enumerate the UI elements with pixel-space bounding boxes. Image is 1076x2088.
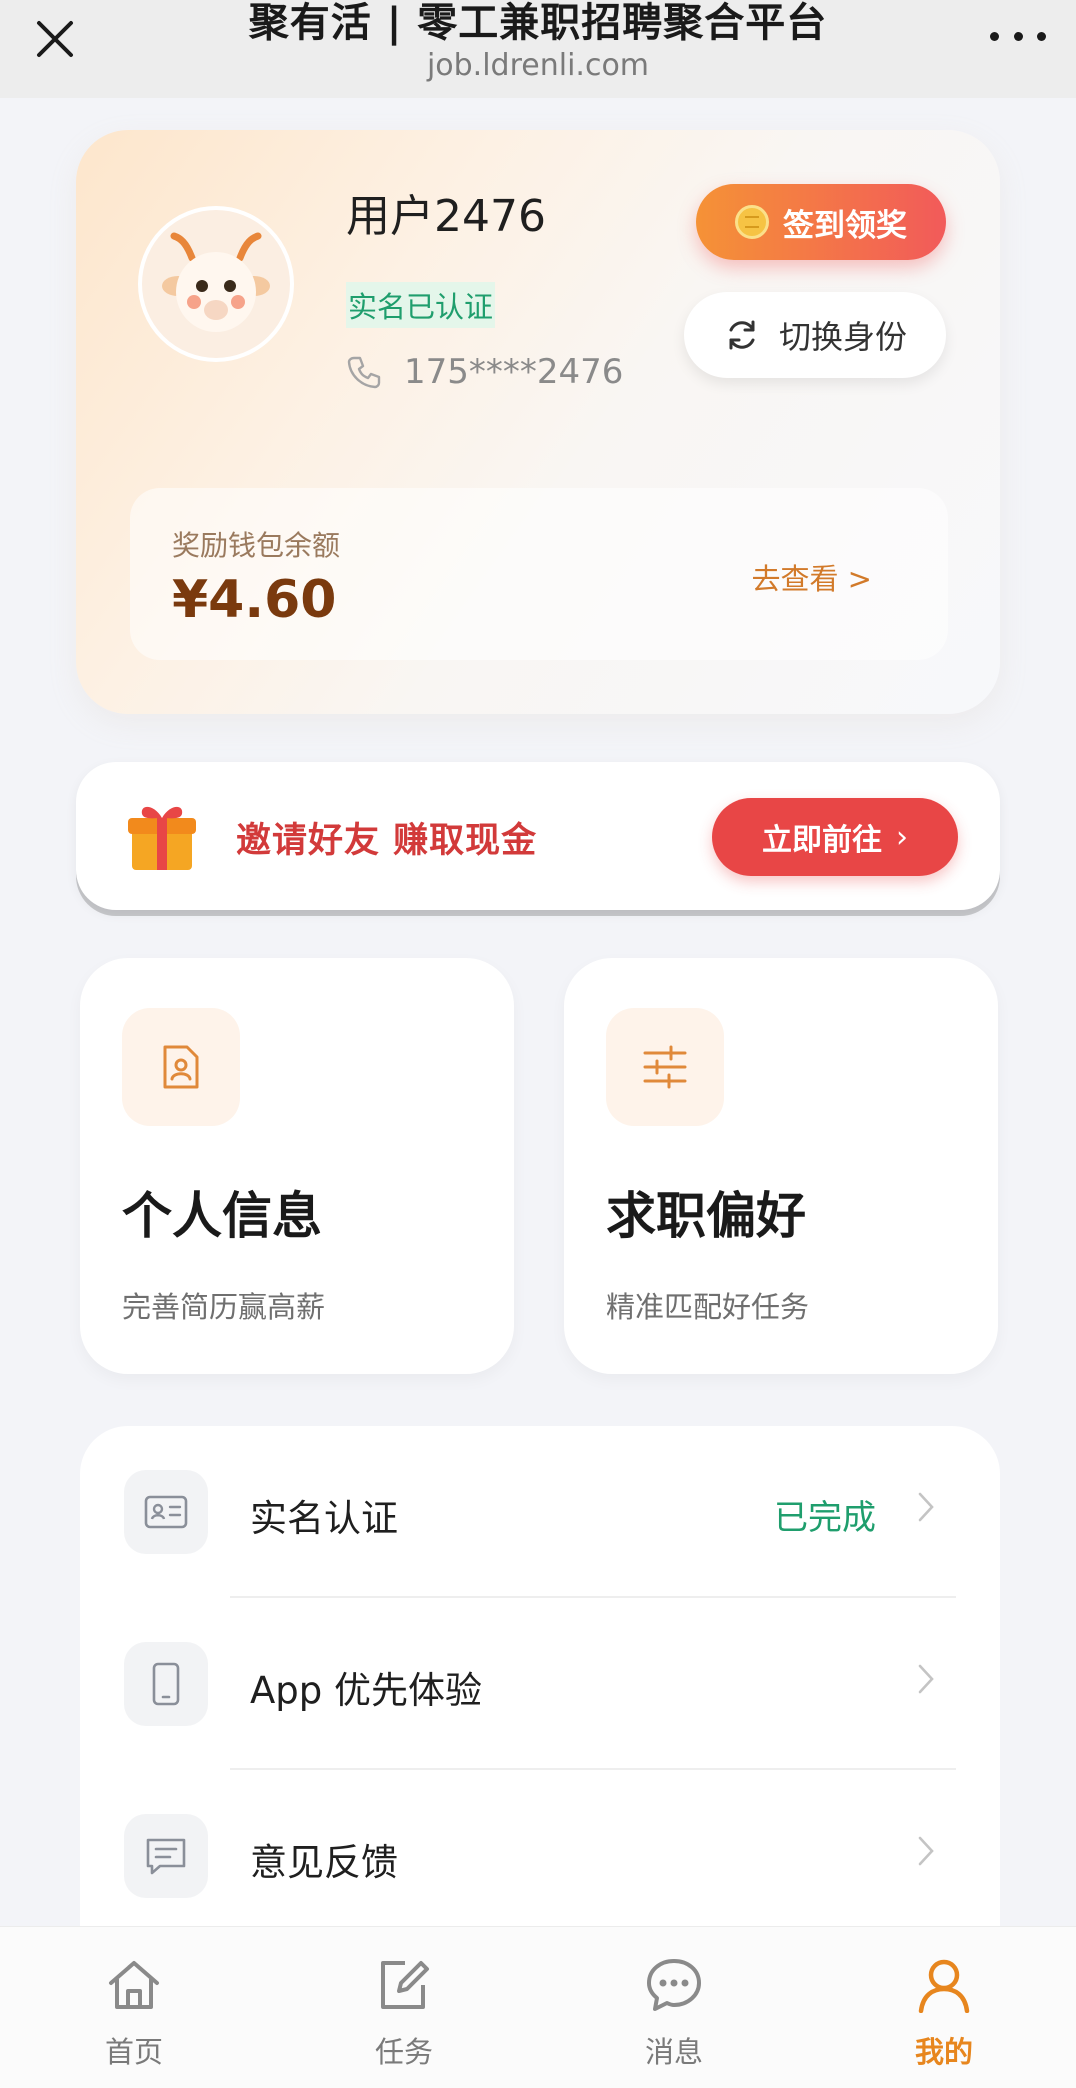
tab-label: 任务	[374, 2035, 433, 2069]
invite-banner[interactable]: 邀请好友 赚取现金 立即前往 ›	[76, 762, 1000, 910]
status-badge: 已完成	[774, 1498, 876, 1538]
tab-label: 消息	[644, 2035, 703, 2069]
edit-icon	[381, 1961, 429, 2009]
more-options-icon[interactable]	[990, 16, 1046, 56]
id-card-icon	[124, 1470, 208, 1554]
chevron-right-icon: ›	[896, 819, 908, 855]
sliders-icon	[606, 1008, 724, 1126]
menu-label: 意见反馈	[250, 1841, 398, 1884]
tab-home[interactable]: 首页	[64, 1957, 204, 2077]
feature-subtitle: 精准匹配好任务	[606, 1290, 810, 1324]
home-icon	[109, 1961, 159, 2009]
signin-label: 签到领奖	[783, 207, 907, 244]
go-now-button[interactable]: 立即前往 ›	[712, 798, 958, 876]
menu-item-real-name[interactable]: 实名认证 已完成	[80, 1426, 1000, 1598]
dragon-avatar-icon	[146, 214, 286, 354]
menu-item-feedback[interactable]: 意见反馈	[80, 1770, 1000, 1942]
bottom-tab-bar: 首页 任务 消息 我的	[0, 1926, 1076, 2088]
invite-text: 邀请好友 赚取现金	[236, 821, 538, 861]
tab-me[interactable]: 我的	[874, 1957, 1014, 2077]
browser-top-bar: 聚有活 | 零工兼职招聘聚合平台 job.ldrenli.com	[0, 0, 1076, 98]
chevron-right-icon	[916, 1662, 936, 1700]
phone-icon	[347, 356, 381, 389]
avatar[interactable]	[138, 206, 294, 362]
tab-tasks[interactable]: 任务	[334, 1957, 474, 2077]
feature-subtitle: 完善简历赢高薪	[122, 1290, 326, 1324]
chevron-right-icon	[916, 1834, 936, 1872]
settings-menu: 实名认证 已完成 App 优先体验 意见反馈	[80, 1426, 1000, 1946]
verified-badge: 实名已认证	[346, 282, 496, 328]
wallet-label: 奖励钱包余额	[172, 529, 341, 562]
resume-icon	[122, 1008, 240, 1126]
profile-card: 用户2476 实名已认证 175****2476 签到领奖 切换身份 奖励钱包余…	[76, 130, 1000, 714]
coin-icon	[735, 205, 769, 239]
wallet-view-link[interactable]: 去查看 >	[751, 556, 872, 598]
menu-label: 实名认证	[250, 1497, 398, 1540]
job-preference-card[interactable]: 求职偏好 精准匹配好任务	[564, 958, 998, 1374]
username: 用户2476	[346, 191, 546, 242]
phone-row: 175****2476	[346, 352, 623, 392]
menu-label: App 优先体验	[250, 1669, 483, 1712]
tab-messages[interactable]: 消息	[604, 1957, 744, 2077]
feature-title: 个人信息	[122, 1187, 322, 1245]
feedback-icon	[124, 1814, 208, 1898]
go-now-label: 立即前往	[762, 823, 882, 858]
page-url: job.ldrenli.com	[426, 48, 650, 83]
phone-number: 175****2476	[404, 352, 624, 392]
phone-icon	[124, 1642, 208, 1726]
refresh-icon	[729, 320, 755, 350]
reward-wallet[interactable]: 奖励钱包余额 ¥4.60 去查看 >	[130, 488, 948, 660]
menu-item-app-preview[interactable]: App 优先体验	[80, 1598, 1000, 1770]
tab-label: 我的	[914, 2035, 973, 2069]
feature-title: 求职偏好	[606, 1187, 806, 1245]
user-icon	[918, 1959, 970, 2013]
chat-icon	[647, 1959, 701, 2011]
gift-icon	[124, 798, 200, 878]
switch-identity-button[interactable]: 切换身份	[684, 292, 946, 378]
personal-info-card[interactable]: 个人信息 完善简历赢高薪	[80, 958, 514, 1374]
switch-identity-label: 切换身份	[778, 318, 907, 356]
tab-label: 首页	[104, 2035, 163, 2069]
page-title: 聚有活 | 零工兼职招聘聚合平台	[248, 0, 828, 46]
signin-reward-button[interactable]: 签到领奖	[696, 184, 946, 260]
chevron-right-icon	[916, 1490, 936, 1528]
wallet-balance: ¥4.60	[172, 570, 337, 630]
